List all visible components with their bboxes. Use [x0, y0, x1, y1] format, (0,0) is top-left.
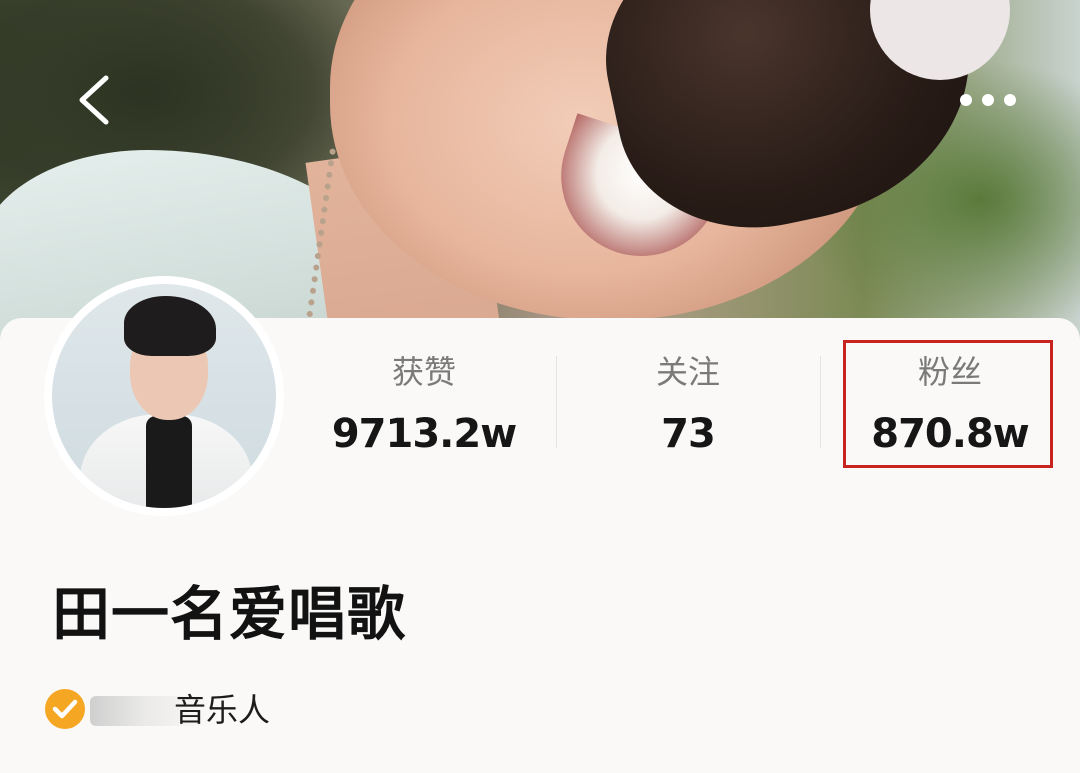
- stat-likes[interactable]: 获赞 9713.2w: [304, 350, 544, 462]
- profile-screen: 获赞 9713.2w 关注 73 粉丝 870.8w 田一名爱唱歌 音乐人: [0, 0, 1080, 773]
- verification-text: 音乐人: [174, 691, 271, 729]
- chevron-left-icon: [79, 75, 109, 125]
- likes-label: 获赞: [391, 353, 456, 391]
- following-value: 73: [661, 411, 716, 457]
- back-button[interactable]: [68, 70, 120, 130]
- likes-value: 9713.2w: [331, 411, 517, 457]
- stat-divider: [556, 356, 557, 448]
- following-label: 关注: [655, 353, 720, 391]
- avatar[interactable]: [44, 276, 284, 516]
- more-button[interactable]: [950, 80, 1030, 120]
- fans-highlight-box: [843, 340, 1053, 468]
- stat-divider: [820, 356, 821, 448]
- stat-following[interactable]: 关注 73: [568, 350, 808, 462]
- verified-check-icon: [45, 689, 85, 729]
- avatar-photo: [52, 284, 276, 508]
- more-dots-icon: [960, 94, 1016, 106]
- profile-name: 田一名爱唱歌: [52, 580, 407, 648]
